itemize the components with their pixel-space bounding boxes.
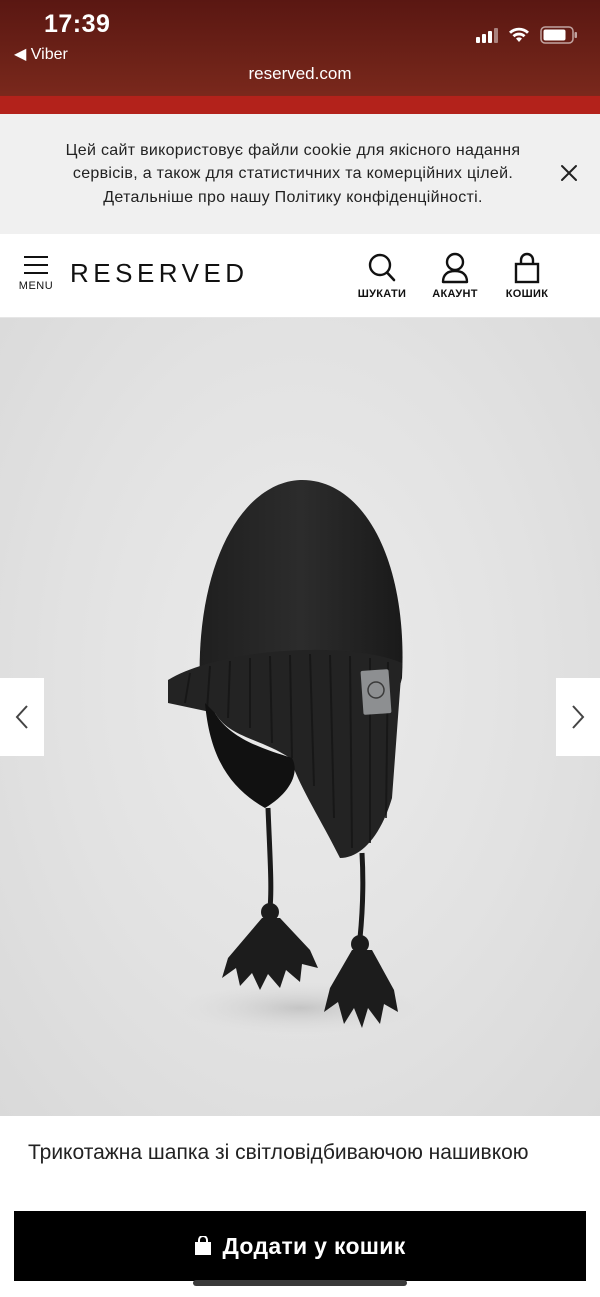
user-icon xyxy=(441,252,469,284)
search-icon xyxy=(368,253,396,282)
browser-top-bar: 17:39 ◀ Viber reserved.com xyxy=(0,0,600,114)
account-button[interactable]: АКАУНТ xyxy=(430,252,480,300)
product-image xyxy=(168,479,420,1034)
menu-button[interactable]: MENU xyxy=(18,256,54,292)
add-to-cart-button[interactable]: Додати у кошик xyxy=(14,1211,586,1281)
status-time: 17:39 xyxy=(44,10,111,38)
product-image-gallery[interactable] xyxy=(0,318,600,1116)
reserved-logo[interactable]: RESERVED xyxy=(70,258,249,289)
signal-icon xyxy=(476,27,498,43)
search-label: ШУКАТИ xyxy=(357,288,407,300)
cart-button[interactable]: КОШИК xyxy=(502,252,552,300)
cart-label: КОШИК xyxy=(505,288,549,300)
home-indicator[interactable] xyxy=(193,1280,407,1286)
next-image-button[interactable] xyxy=(556,678,600,756)
account-label: АКАУНТ xyxy=(432,288,478,300)
product-title: Трикотажна шапка зі світловідбиваючою на… xyxy=(28,1141,529,1164)
chevron-right-icon xyxy=(572,705,585,729)
add-to-cart-label: Додати у кошик xyxy=(222,1232,406,1259)
back-to-viber-link[interactable]: ◀ Viber xyxy=(14,44,68,64)
search-button[interactable]: ШУКАТИ xyxy=(356,252,408,300)
cookie-banner-text: Цей сайт використовує файли cookie для я… xyxy=(65,141,521,206)
shopping-bag-icon xyxy=(514,252,540,284)
shopping-bag-icon xyxy=(195,1236,212,1255)
site-header: MENU RESERVED ШУКАТИ АКАУНТ КОШИК xyxy=(0,234,600,318)
previous-image-button[interactable] xyxy=(0,678,44,756)
menu-label: MENU xyxy=(18,280,54,292)
wifi-icon xyxy=(509,27,529,42)
status-icons xyxy=(476,24,578,46)
battery-icon xyxy=(540,26,577,44)
site-top-strip xyxy=(0,96,600,114)
chevron-left-icon xyxy=(15,705,28,729)
cookie-banner: Цей сайт використовує файли cookie для я… xyxy=(0,114,600,234)
hamburger-icon xyxy=(18,256,54,274)
url-bar[interactable]: reserved.com xyxy=(0,64,600,84)
close-icon[interactable] xyxy=(558,162,580,184)
